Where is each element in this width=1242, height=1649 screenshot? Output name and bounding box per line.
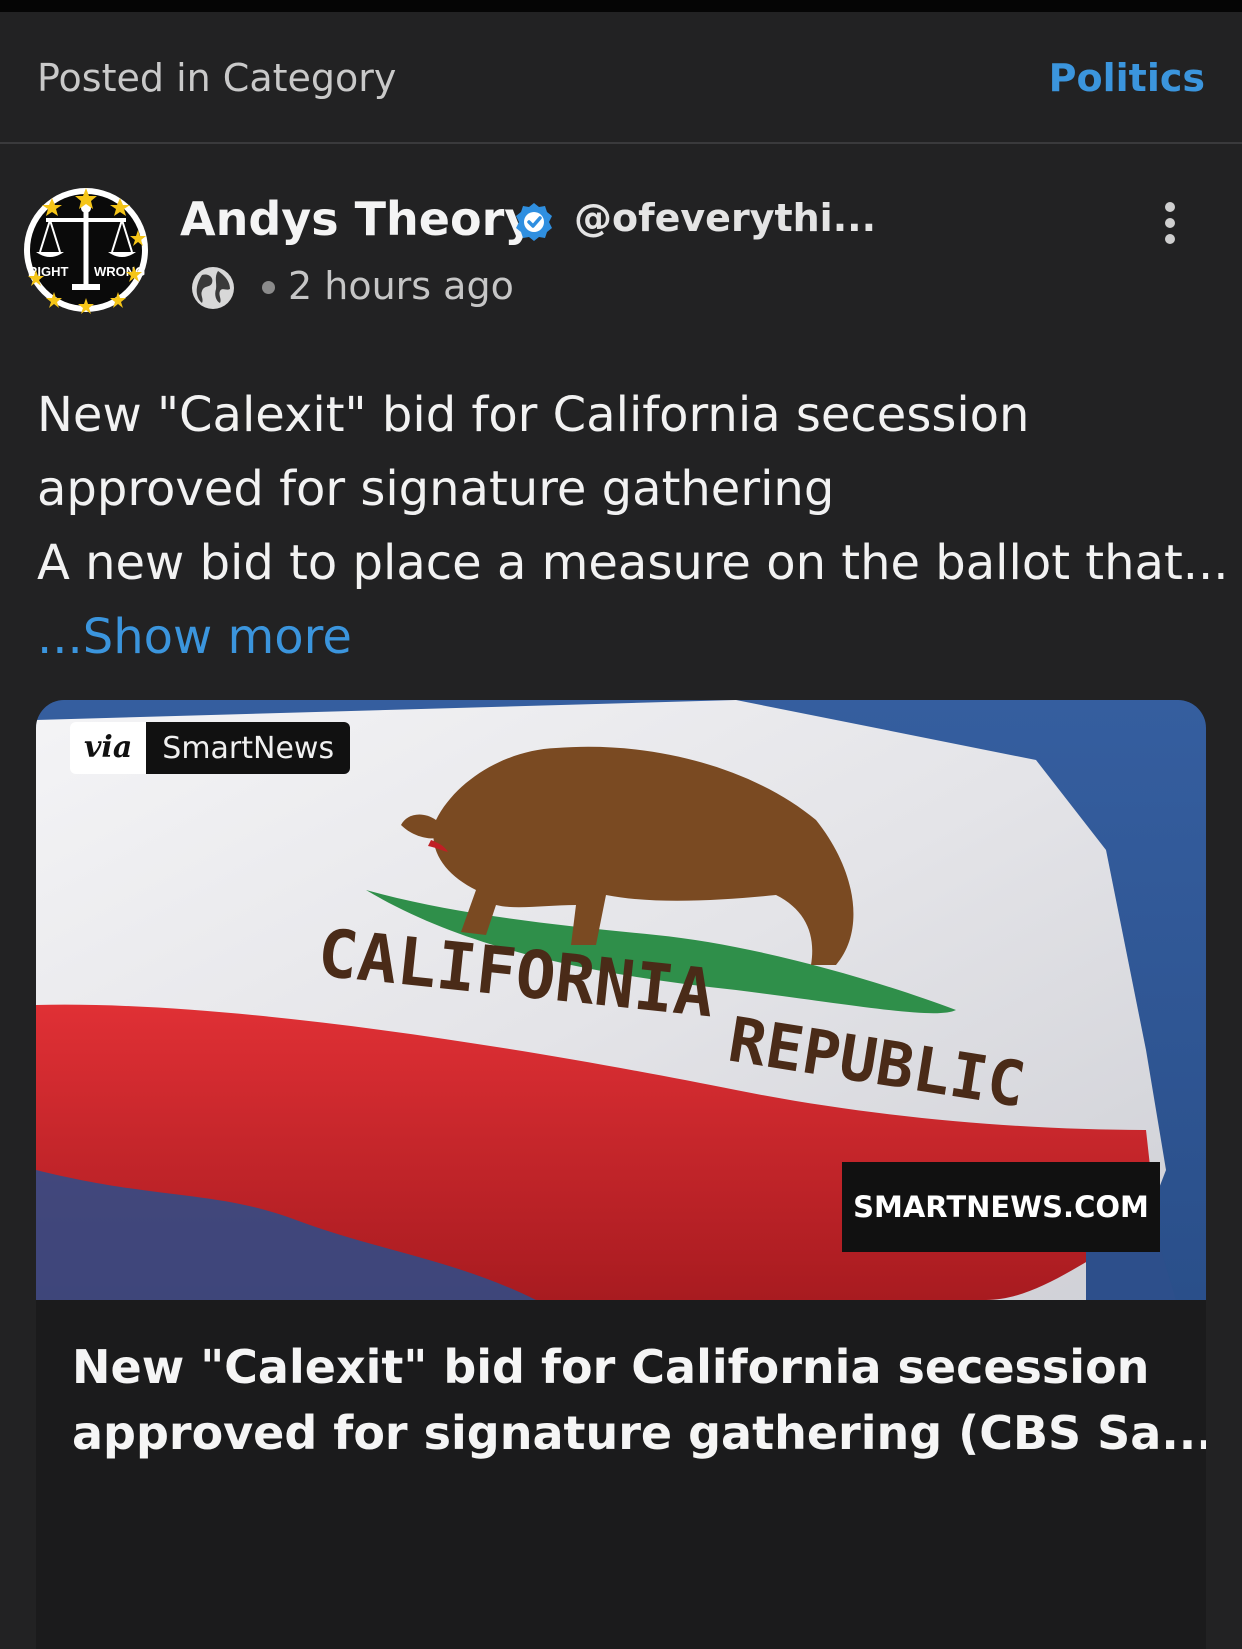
category-label: Posted in Category: [37, 56, 397, 100]
post-text-line: A new bid to place a measure on the ball…: [37, 535, 1229, 591]
via-label: via: [70, 722, 147, 774]
separator-dot: [262, 281, 275, 294]
image-source-stamp: SMARTNEWS.COM: [842, 1162, 1160, 1252]
author-name[interactable]: Andys Theory: [180, 192, 534, 246]
category-bar: Posted in Category Politics: [0, 12, 1242, 144]
source-label: SmartNews: [146, 722, 351, 774]
author-handle[interactable]: @ofeverythi...: [574, 196, 876, 240]
more-options-icon[interactable]: [1158, 200, 1182, 246]
verified-badge-icon: [516, 203, 552, 241]
author-avatar[interactable]: RIGHT WRONG: [22, 186, 150, 314]
link-preview-card[interactable]: CALIFORNIA REPUBLIC via SmartNews SMARTN…: [36, 700, 1206, 1649]
post-timestamp: 2 hours ago: [288, 264, 514, 308]
card-title[interactable]: New "Calexit" bid for California secessi…: [72, 1334, 1206, 1466]
card-title-line: approved for signature gathering (CBS Sa…: [72, 1406, 1206, 1460]
globe-icon: [192, 267, 234, 309]
post-text-line: approved for signature gathering: [37, 461, 835, 517]
show-more-link[interactable]: ...Show more: [37, 600, 1217, 674]
via-smartnews-badge: via SmartNews: [70, 722, 351, 774]
category-link-politics[interactable]: Politics: [1049, 56, 1205, 100]
avatar-text-wrong: WRONG: [94, 264, 145, 279]
post-text-line: New "Calexit" bid for California secessi…: [37, 387, 1030, 443]
post-body: New "Calexit" bid for California secessi…: [37, 378, 1229, 674]
card-title-line: New "Calexit" bid for California secessi…: [72, 1340, 1150, 1394]
status-bar-edge: [0, 0, 1242, 12]
